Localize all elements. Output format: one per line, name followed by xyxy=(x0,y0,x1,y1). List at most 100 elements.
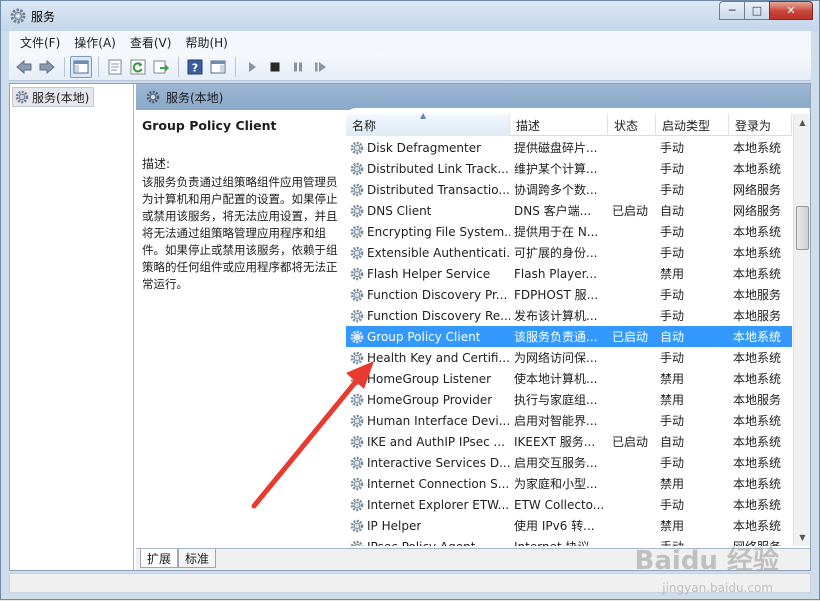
service-name: Group Policy Client xyxy=(367,329,481,344)
menu-help[interactable]: 帮助(H) xyxy=(178,34,234,51)
start-service-button[interactable] xyxy=(241,56,263,78)
service-name: Human Interface Devi... xyxy=(367,413,510,428)
scroll-down-arrow-icon[interactable]: ▼ xyxy=(794,529,810,546)
service-row[interactable]: Distributed Transactio... 协调跨多个数... 手动 网络服务 xyxy=(346,179,792,200)
service-row[interactable]: Function Discovery Re... 发布该计算机... 手动 本地服务 xyxy=(346,305,792,326)
service-description: 使用 IPv6 转... xyxy=(514,519,595,533)
toolbar-separator xyxy=(235,56,236,77)
service-name-cell: Health Key and Certifi... xyxy=(346,351,510,365)
pause-service-button[interactable] xyxy=(287,56,309,78)
service-log-on-as: 本地系统 xyxy=(733,519,782,533)
service-row[interactable]: Extensible Authenticati... 可扩展的身份... 手动 本地系… xyxy=(346,242,792,263)
service-row[interactable]: IKE and AuthIP IPsec ... IKEEXT 服务... 已启动自… xyxy=(346,431,792,452)
menu-file[interactable]: 文件(F) xyxy=(13,34,67,51)
service-row[interactable]: Flash Helper Service Flash Player... 禁用 本地系… xyxy=(346,263,792,284)
service-row[interactable]: Interactive Services D... 启用交互服务... 手动 本地系统 xyxy=(346,452,792,473)
toolbar-separator xyxy=(64,56,65,77)
service-description: 提供用于在 N... xyxy=(514,225,599,239)
title-bar: 服务 ─ □ ✕ xyxy=(1,1,819,31)
service-row[interactable]: Internet Connection S... 为家庭和小型... 禁用 本地系统 xyxy=(346,473,792,494)
service-name-cell: Flash Helper Service xyxy=(346,267,510,281)
service-log-on-as: 本地系统 xyxy=(733,162,782,176)
service-description: 启用对智能界... xyxy=(514,414,598,428)
service-row[interactable]: Human Interface Devi... 启用对智能界... 手动 本地系统 xyxy=(346,410,792,431)
service-startup-type: 手动 xyxy=(660,288,685,302)
properties-button[interactable] xyxy=(104,56,126,78)
service-row[interactable]: Health Key and Certifi... 为网络访问保... 手动 本地系统 xyxy=(346,347,792,368)
service-row[interactable]: HomeGroup Listener 使本地计算机... 禁用 本地系统 xyxy=(346,368,792,389)
column-header-log-on-as[interactable]: 登录为 xyxy=(729,114,792,136)
show-hide-tree-button[interactable] xyxy=(70,55,92,78)
menu-view[interactable]: 查看(V) xyxy=(123,34,179,51)
service-log-on-as: 本地系统 xyxy=(733,267,782,281)
minimize-button[interactable]: ─ xyxy=(719,1,745,20)
service-name-cell: Function Discovery Re... xyxy=(346,309,510,323)
service-row[interactable]: Disk Defragmenter 提供磁盘碎片... 手动 本地系统 xyxy=(346,137,792,158)
close-button[interactable]: ✕ xyxy=(769,1,813,20)
list-header: ▲ 名称 描述 状态 启动类型 登录为 xyxy=(346,111,792,136)
column-header-name[interactable]: ▲ 名称 xyxy=(346,111,510,136)
scroll-up-arrow-icon[interactable]: ▲ xyxy=(794,114,810,131)
service-name: Encrypting File System... xyxy=(367,224,510,239)
service-gear-icon xyxy=(350,183,364,196)
main-pane-header: 服务(本地) xyxy=(136,84,810,110)
back-button[interactable] xyxy=(13,56,35,78)
maximize-button[interactable]: □ xyxy=(744,1,770,20)
description-pane: Group Policy Client 描述: 该服务负责通过组策略组件应用管理… xyxy=(142,118,338,293)
service-gear-icon xyxy=(350,393,364,406)
scrollbar-thumb[interactable] xyxy=(796,206,809,250)
column-header-description[interactable]: 描述 xyxy=(510,114,608,136)
column-header-startup-type[interactable]: 启动类型 xyxy=(656,114,729,136)
service-row[interactable]: HomeGroup Provider 执行与家庭组... 禁用 本地服务 xyxy=(346,389,792,410)
service-name: Flash Helper Service xyxy=(367,266,491,281)
service-description: 为网络访问保... xyxy=(514,351,598,365)
service-log-on-as: 本地系统 xyxy=(733,372,782,386)
service-name: Function Discovery Pr... xyxy=(367,287,508,302)
service-description: 维护某个计算... xyxy=(514,162,598,176)
service-name: IKE and AuthIP IPsec ... xyxy=(367,434,505,449)
service-name-cell: Internet Explorer ETW... xyxy=(346,498,510,512)
service-row[interactable]: Internet Explorer ETW... ETW Collecto... 手… xyxy=(346,494,792,515)
stop-service-button[interactable] xyxy=(264,56,286,78)
vertical-scrollbar[interactable]: ▲ ▼ xyxy=(793,114,810,546)
refresh-button[interactable] xyxy=(127,56,149,78)
service-row[interactable]: Distributed Link Track... 维护某个计算... 手动 本地系统 xyxy=(346,158,792,179)
service-gear-icon xyxy=(350,162,364,175)
tab-extended[interactable]: 扩展 xyxy=(140,549,179,568)
service-row[interactable]: DNS Client DNS 客户端... 已启动 自动 网络服务 xyxy=(346,200,792,221)
service-name: Health Key and Certifi... xyxy=(367,350,510,365)
column-label: 名称 xyxy=(352,118,377,133)
services-gear-icon xyxy=(146,90,160,104)
restart-service-button[interactable] xyxy=(310,56,332,78)
service-name: IP Helper xyxy=(367,518,422,533)
service-name: HomeGroup Provider xyxy=(367,392,493,407)
service-status: 已启动 xyxy=(612,204,649,218)
help-button[interactable]: ? xyxy=(184,56,206,78)
service-status: 已启动 xyxy=(612,435,649,449)
service-gear-icon xyxy=(350,540,364,546)
service-name: Extensible Authenticati... xyxy=(367,245,510,260)
service-row[interactable]: Function Discovery Pr... FDPHOST 服... 手动 本地… xyxy=(346,284,792,305)
service-log-on-as: 本地系统 xyxy=(733,246,782,260)
service-row[interactable]: IP Helper 使用 IPv6 转... 禁用 本地系统 xyxy=(346,515,792,536)
tree-item-services-local[interactable]: 服务(本地) xyxy=(12,87,95,107)
tab-standard[interactable]: 标准 xyxy=(178,549,217,568)
menu-action[interactable]: 操作(A) xyxy=(67,34,123,51)
export-list-button[interactable] xyxy=(150,56,172,78)
service-startup-type: 手动 xyxy=(660,162,685,176)
forward-button[interactable] xyxy=(36,56,58,78)
restart-service-icon xyxy=(315,61,326,72)
service-status: 已启动 xyxy=(612,330,649,344)
service-name: Distributed Link Track... xyxy=(367,161,509,176)
service-name-cell: Interactive Services D... xyxy=(346,456,510,470)
column-header-status[interactable]: 状态 xyxy=(608,114,656,136)
show-hide-action-pane-button[interactable] xyxy=(207,56,229,78)
service-name-cell: HomeGroup Listener xyxy=(346,372,510,386)
service-row[interactable]: Encrypting File System... 提供用于在 N... 手动 本地系… xyxy=(346,221,792,242)
show-hide-action-pane-icon xyxy=(210,60,226,73)
content-area: 服务(本地) 服务(本地) Group Policy Client 描述: 该服… xyxy=(9,83,811,571)
services-window: 服务 ─ □ ✕ 文件(F) 操作(A) 查看(V) 帮助(H) ? 服务(本地… xyxy=(0,0,820,600)
service-name-cell: Distributed Transactio... xyxy=(346,183,510,197)
service-row[interactable]: Group Policy Client 该服务负责通... 已启动 自动 本地系统 xyxy=(346,326,792,347)
help-icon: ? xyxy=(187,59,203,74)
